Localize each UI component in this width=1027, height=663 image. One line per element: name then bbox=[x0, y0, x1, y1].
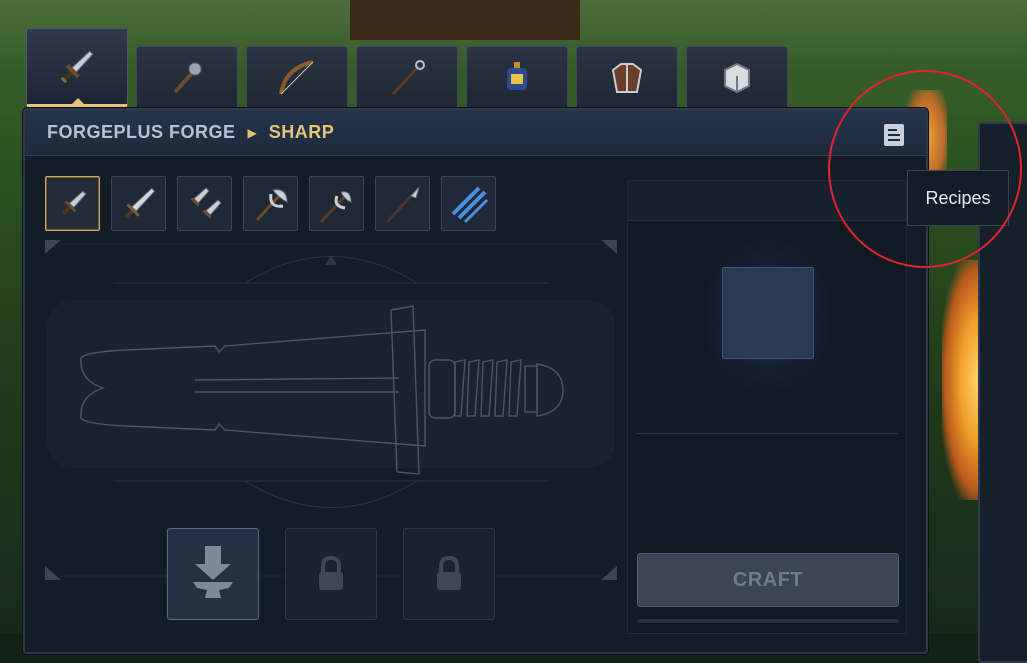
modifier-slots bbox=[167, 528, 495, 620]
spear-icon bbox=[383, 184, 423, 224]
sword-icon bbox=[55, 45, 99, 89]
halberd-axe-icon bbox=[317, 184, 357, 224]
modifier-slot-locked bbox=[403, 528, 495, 620]
breadcrumb: FORGEPLUS FORGE ▶ SHARP bbox=[25, 110, 926, 156]
divider bbox=[636, 433, 898, 434]
armor-icon bbox=[607, 58, 647, 98]
corner-bracket bbox=[45, 240, 61, 254]
background-block bbox=[350, 0, 580, 40]
modifier-slot-open[interactable] bbox=[167, 528, 259, 620]
pattern-dagger[interactable] bbox=[45, 176, 100, 231]
tab-potion[interactable] bbox=[466, 46, 568, 108]
tab-armor[interactable] bbox=[576, 46, 678, 108]
modifier-slot-locked bbox=[285, 528, 377, 620]
breadcrumb-current: SHARP bbox=[268, 122, 335, 142]
pattern-claw[interactable] bbox=[441, 176, 496, 231]
tab-mace[interactable] bbox=[136, 46, 238, 108]
pattern-spear[interactable] bbox=[375, 176, 430, 231]
craft-progress-bar bbox=[637, 619, 899, 623]
corner-bracket bbox=[601, 566, 617, 580]
mace-icon bbox=[167, 58, 207, 98]
tab-weapons-sword[interactable] bbox=[26, 28, 128, 107]
pattern-double-axe[interactable] bbox=[243, 176, 298, 231]
dagger-icon bbox=[55, 186, 91, 222]
lock-icon bbox=[433, 556, 465, 592]
pattern-list bbox=[45, 176, 496, 231]
highlight-ring bbox=[828, 70, 1022, 268]
pattern-dual-daggers[interactable] bbox=[177, 176, 232, 231]
potion-icon bbox=[497, 58, 537, 98]
tab-staff[interactable] bbox=[356, 46, 458, 108]
double-axe-icon bbox=[251, 184, 291, 224]
dual-daggers-icon bbox=[185, 184, 225, 224]
tab-bow[interactable] bbox=[246, 46, 348, 108]
result-item-slot[interactable] bbox=[722, 267, 814, 359]
lock-icon bbox=[315, 556, 347, 592]
forge-window: FORGEPLUS FORGE ▶ SHARP CRAFT bbox=[23, 108, 928, 654]
craft-panel: CRAFT bbox=[627, 180, 907, 634]
anvil-insert-icon bbox=[189, 546, 237, 602]
breadcrumb-root[interactable]: FORGEPLUS FORGE bbox=[47, 122, 236, 143]
pattern-halberd-axe[interactable] bbox=[309, 176, 364, 231]
bow-icon bbox=[275, 58, 319, 98]
corner-bracket bbox=[45, 566, 61, 580]
active-tab-caret bbox=[71, 98, 85, 105]
longsword-icon bbox=[119, 184, 159, 224]
tab-materials[interactable] bbox=[686, 46, 788, 108]
play-triangle-icon: ▶ bbox=[247, 125, 257, 140]
craft-button[interactable]: CRAFT bbox=[637, 553, 899, 607]
material-block-icon bbox=[717, 58, 757, 98]
pattern-longsword[interactable] bbox=[111, 176, 166, 231]
corner-bracket bbox=[601, 240, 617, 254]
staff-icon bbox=[387, 58, 427, 98]
claw-slash-icon bbox=[449, 184, 489, 224]
